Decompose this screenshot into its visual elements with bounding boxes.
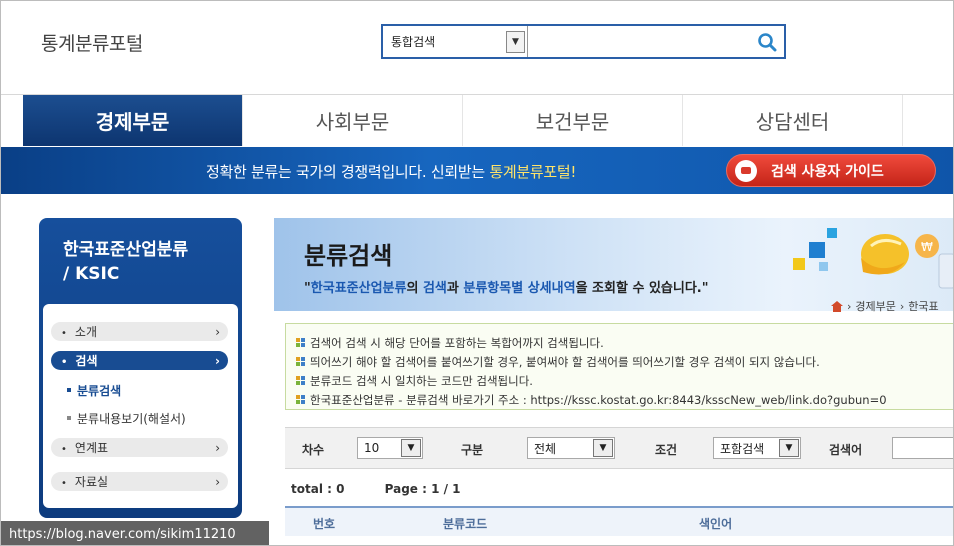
col-index-term: 색인어 [699, 517, 733, 531]
notice-item: 띄어쓰기 해야 할 검색어를 붙여쓰기할 경우, 붙여써야 할 검색어를 띄어쓰… [296, 352, 953, 371]
bullet-icon [296, 338, 305, 347]
type-label: 구분 [461, 443, 484, 457]
submenu-explanation[interactable]: 분류내용보기(해설서) [51, 404, 228, 432]
submenu-classification-search[interactable]: 분류검색 [51, 376, 228, 404]
notice-item: 검색어 검색 시 해당 단어를 포함하는 복합어까지 검색됩니다. [296, 333, 953, 352]
condition-select[interactable]: 포함검색 ▼ [713, 437, 801, 459]
chevron-right-icon: › [215, 474, 220, 489]
chevron-down-icon[interactable]: ▼ [401, 439, 421, 457]
bullet-icon [296, 395, 305, 404]
nav-health[interactable]: 보건부문 [463, 95, 683, 146]
blog-watermark: https://blog.naver.com/sikim11210 [1, 521, 269, 545]
chevron-right-icon: › [215, 440, 220, 455]
order-label: 차수 [302, 443, 325, 457]
keyword-label: 검색어 [829, 443, 863, 457]
main-nav: 경제부문 사회부문 보건부문 상담센터 [1, 94, 953, 146]
order-select[interactable]: 10 ▼ [357, 437, 423, 459]
bullet-icon [296, 376, 305, 385]
slogan-banner: 정확한 분류는 국가의 경쟁력입니다. 신뢰받는 통계분류포털! 검색 사용자 … [1, 147, 953, 194]
col-code: 분류코드 [443, 517, 488, 531]
search-input[interactable] [528, 26, 750, 57]
search-guide-button[interactable]: 검색 사용자 가이드 [726, 154, 936, 187]
bullet-icon [296, 357, 305, 366]
menu-intro[interactable]: • 소개 › [51, 322, 228, 341]
col-number: 번호 [313, 517, 336, 531]
guide-icon [735, 159, 757, 182]
home-icon[interactable] [831, 300, 843, 312]
site-logo[interactable]: 통계분류포털 [41, 29, 143, 56]
nav-counsel[interactable]: 상담센터 [683, 95, 903, 146]
svg-text:₩: ₩ [921, 240, 933, 254]
search-bar: 통합검색 ▼ [381, 24, 786, 59]
menu-archive[interactable]: • 자료실 › [51, 472, 228, 491]
search-notice-box: 검색어 검색 시 해당 단어를 포함하는 복합어까지 검색됩니다. 띄어쓰기 해… [285, 323, 953, 410]
chevron-right-icon: › [215, 353, 220, 368]
result-summary: total : 0 Page : 1 / 1 [291, 482, 497, 496]
page-title: 분류검색 [304, 242, 393, 270]
decorative-illustration: ₩ [793, 228, 953, 289]
result-table-header: 번호 분류코드 색인어 [285, 506, 953, 536]
page-indicator: Page : 1 / 1 [384, 482, 461, 496]
search-icon [758, 32, 777, 51]
condition-label: 조건 [655, 443, 678, 457]
nav-society[interactable]: 사회부문 [243, 95, 463, 146]
search-button[interactable] [750, 26, 784, 57]
notice-item: 분류코드 검색 시 일치하는 코드만 검색됩니다. [296, 371, 953, 390]
search-scope-value: 통합검색 [391, 35, 436, 49]
side-menu: 한국표준산업분류 / KSIC • 소개 › • 검색 › 분류검색 분류내용보기(… [39, 218, 242, 518]
chevron-right-icon: › [215, 324, 220, 339]
chevron-down-icon[interactable]: ▼ [779, 439, 799, 457]
menu-link-table[interactable]: • 연계표 › [51, 438, 228, 457]
side-menu-title: 한국표준산업분류 / KSIC [63, 240, 189, 284]
notice-item: 한국표준산업분류 - 분류검색 바로가기 주소 : https://kssc.k… [296, 390, 953, 409]
search-filter-bar: 차수 10 ▼ 구분 전체 ▼ 조건 포함검색 ▼ 검색어 [285, 427, 953, 469]
page-description: "한국표준산업분류의 검색과 분류항목별 상세내역을 조회할 수 있습니다." [304, 281, 709, 296]
page: 통계분류포털 통합검색 ▼ 경제부문 사회부문 보건부문 상담센터 정확한 분류… [0, 0, 954, 546]
chevron-down-icon[interactable]: ▼ [593, 439, 613, 457]
type-select[interactable]: 전체 ▼ [527, 437, 615, 459]
guide-button-label: 검색 사용자 가이드 [771, 163, 884, 180]
search-scope-select[interactable]: 통합검색 ▼ [383, 26, 528, 57]
banner-slogan: 정확한 분류는 국가의 경쟁력입니다. 신뢰받는 통계분류포털! [206, 163, 577, 181]
chevron-down-icon[interactable]: ▼ [506, 30, 525, 53]
total-count: total : 0 [291, 482, 345, 496]
keyword-input[interactable] [892, 437, 953, 459]
menu-search[interactable]: • 검색 › [51, 351, 228, 370]
nav-economy[interactable]: 경제부문 [23, 95, 243, 146]
breadcrumb: › 경제부문 › 한국표 [831, 298, 939, 314]
